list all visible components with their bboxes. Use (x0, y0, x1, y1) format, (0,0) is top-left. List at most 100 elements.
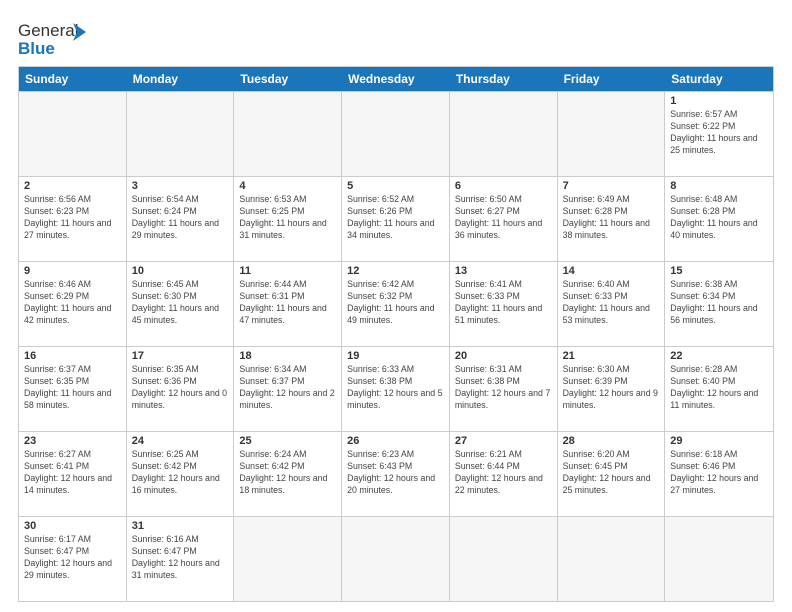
header-day-tuesday: Tuesday (234, 67, 342, 91)
day-info: Sunrise: 6:20 AM Sunset: 6:45 PM Dayligh… (563, 449, 660, 497)
day-number: 25 (239, 435, 336, 447)
day-cell-22: 22 Sunrise: 6:28 AM Sunset: 6:40 PM Dayli… (665, 347, 773, 431)
day-info: Sunrise: 6:41 AM Sunset: 6:33 PM Dayligh… (455, 279, 552, 327)
day-cell-29: 29 Sunrise: 6:18 AM Sunset: 6:46 PM Dayli… (665, 432, 773, 516)
day-number: 20 (455, 350, 552, 362)
day-cell-21: 21 Sunrise: 6:30 AM Sunset: 6:39 PM Dayli… (558, 347, 666, 431)
day-number: 7 (563, 180, 660, 192)
day-number: 26 (347, 435, 444, 447)
day-number: 21 (563, 350, 660, 362)
day-number: 1 (670, 95, 768, 107)
day-info: Sunrise: 6:46 AM Sunset: 6:29 PM Dayligh… (24, 279, 121, 327)
empty-cell (558, 517, 666, 601)
day-info: Sunrise: 6:44 AM Sunset: 6:31 PM Dayligh… (239, 279, 336, 327)
day-info: Sunrise: 6:37 AM Sunset: 6:35 PM Dayligh… (24, 364, 121, 412)
day-cell-18: 18 Sunrise: 6:34 AM Sunset: 6:37 PM Dayli… (234, 347, 342, 431)
day-number: 5 (347, 180, 444, 192)
day-number: 19 (347, 350, 444, 362)
day-number: 10 (132, 265, 229, 277)
calendar-body: 1Sunrise: 6:57 AM Sunset: 6:22 PM Daylig… (19, 91, 773, 601)
header-day-sunday: Sunday (19, 67, 127, 91)
day-info: Sunrise: 6:50 AM Sunset: 6:27 PM Dayligh… (455, 194, 552, 242)
day-info: Sunrise: 6:23 AM Sunset: 6:43 PM Dayligh… (347, 449, 444, 497)
calendar-row-1: 1Sunrise: 6:57 AM Sunset: 6:22 PM Daylig… (19, 91, 773, 176)
day-number: 22 (670, 350, 768, 362)
day-info: Sunrise: 6:24 AM Sunset: 6:42 PM Dayligh… (239, 449, 336, 497)
header-day-saturday: Saturday (665, 67, 773, 91)
day-info: Sunrise: 6:49 AM Sunset: 6:28 PM Dayligh… (563, 194, 660, 242)
day-number: 31 (132, 520, 229, 532)
day-number: 6 (455, 180, 552, 192)
day-number: 8 (670, 180, 768, 192)
day-cell-28: 28 Sunrise: 6:20 AM Sunset: 6:45 PM Dayli… (558, 432, 666, 516)
day-info: Sunrise: 6:56 AM Sunset: 6:23 PM Dayligh… (24, 194, 121, 242)
day-info: Sunrise: 6:35 AM Sunset: 6:36 PM Dayligh… (132, 364, 229, 412)
day-number: 3 (132, 180, 229, 192)
day-info: Sunrise: 6:42 AM Sunset: 6:32 PM Dayligh… (347, 279, 444, 327)
day-number: 23 (24, 435, 121, 447)
day-cell-11: 11Sunrise: 6:44 AM Sunset: 6:31 PM Dayli… (234, 262, 342, 346)
day-cell-26: 26 Sunrise: 6:23 AM Sunset: 6:43 PM Dayli… (342, 432, 450, 516)
day-cell-12: 12Sunrise: 6:42 AM Sunset: 6:32 PM Dayli… (342, 262, 450, 346)
day-info: Sunrise: 6:52 AM Sunset: 6:26 PM Dayligh… (347, 194, 444, 242)
calendar-row-6: 30 Sunrise: 6:17 AM Sunset: 6:47 PM Dayli… (19, 516, 773, 601)
empty-cell (342, 517, 450, 601)
day-info: Sunrise: 6:53 AM Sunset: 6:25 PM Dayligh… (239, 194, 336, 242)
day-info: Sunrise: 6:30 AM Sunset: 6:39 PM Dayligh… (563, 364, 660, 412)
day-cell-1: 1Sunrise: 6:57 AM Sunset: 6:22 PM Daylig… (665, 92, 773, 176)
empty-cell (234, 517, 342, 601)
day-cell-10: 10Sunrise: 6:45 AM Sunset: 6:30 PM Dayli… (127, 262, 235, 346)
calendar-header: SundayMondayTuesdayWednesdayThursdayFrid… (19, 67, 773, 91)
day-cell-8: 8Sunrise: 6:48 AM Sunset: 6:28 PM Daylig… (665, 177, 773, 261)
day-cell-3: 3 Sunrise: 6:54 AM Sunset: 6:24 PM Daylig… (127, 177, 235, 261)
day-number: 30 (24, 520, 121, 532)
day-cell-27: 27Sunrise: 6:21 AM Sunset: 6:44 PM Dayli… (450, 432, 558, 516)
day-number: 17 (132, 350, 229, 362)
day-info: Sunrise: 6:21 AM Sunset: 6:44 PM Dayligh… (455, 449, 552, 497)
day-number: 2 (24, 180, 121, 192)
day-cell-9: 9 Sunrise: 6:46 AM Sunset: 6:29 PM Daylig… (19, 262, 127, 346)
empty-cell (234, 92, 342, 176)
day-number: 4 (239, 180, 336, 192)
day-info: Sunrise: 6:16 AM Sunset: 6:47 PM Dayligh… (132, 534, 229, 582)
header-day-wednesday: Wednesday (342, 67, 450, 91)
calendar-row-2: 2 Sunrise: 6:56 AM Sunset: 6:23 PM Daylig… (19, 176, 773, 261)
day-cell-24: 24Sunrise: 6:25 AM Sunset: 6:42 PM Dayli… (127, 432, 235, 516)
header-day-monday: Monday (127, 67, 235, 91)
day-number: 18 (239, 350, 336, 362)
day-number: 29 (670, 435, 768, 447)
svg-text:Blue: Blue (18, 39, 55, 58)
day-cell-17: 17 Sunrise: 6:35 AM Sunset: 6:36 PM Dayli… (127, 347, 235, 431)
day-number: 9 (24, 265, 121, 277)
day-info: Sunrise: 6:18 AM Sunset: 6:46 PM Dayligh… (670, 449, 768, 497)
page-header: GeneralBlue (18, 18, 774, 58)
empty-cell (450, 92, 558, 176)
day-cell-30: 30 Sunrise: 6:17 AM Sunset: 6:47 PM Dayli… (19, 517, 127, 601)
day-cell-15: 15Sunrise: 6:38 AM Sunset: 6:34 PM Dayli… (665, 262, 773, 346)
day-info: Sunrise: 6:31 AM Sunset: 6:38 PM Dayligh… (455, 364, 552, 412)
empty-cell (558, 92, 666, 176)
day-cell-6: 6 Sunrise: 6:50 AM Sunset: 6:27 PM Daylig… (450, 177, 558, 261)
day-cell-20: 20 Sunrise: 6:31 AM Sunset: 6:38 PM Dayli… (450, 347, 558, 431)
calendar-row-3: 9 Sunrise: 6:46 AM Sunset: 6:29 PM Daylig… (19, 261, 773, 346)
day-cell-5: 5 Sunrise: 6:52 AM Sunset: 6:26 PM Daylig… (342, 177, 450, 261)
day-info: Sunrise: 6:38 AM Sunset: 6:34 PM Dayligh… (670, 279, 768, 327)
day-info: Sunrise: 6:17 AM Sunset: 6:47 PM Dayligh… (24, 534, 121, 582)
day-info: Sunrise: 6:27 AM Sunset: 6:41 PM Dayligh… (24, 449, 121, 497)
calendar: SundayMondayTuesdayWednesdayThursdayFrid… (18, 66, 774, 602)
empty-cell (450, 517, 558, 601)
header-day-thursday: Thursday (450, 67, 558, 91)
day-info: Sunrise: 6:28 AM Sunset: 6:40 PM Dayligh… (670, 364, 768, 412)
day-cell-13: 13Sunrise: 6:41 AM Sunset: 6:33 PM Dayli… (450, 262, 558, 346)
day-info: Sunrise: 6:34 AM Sunset: 6:37 PM Dayligh… (239, 364, 336, 412)
empty-cell (665, 517, 773, 601)
day-info: Sunrise: 6:40 AM Sunset: 6:33 PM Dayligh… (563, 279, 660, 327)
empty-cell (127, 92, 235, 176)
day-number: 28 (563, 435, 660, 447)
day-number: 24 (132, 435, 229, 447)
day-info: Sunrise: 6:54 AM Sunset: 6:24 PM Dayligh… (132, 194, 229, 242)
day-cell-31: 31 Sunrise: 6:16 AM Sunset: 6:47 PM Dayli… (127, 517, 235, 601)
logo: GeneralBlue (18, 18, 88, 58)
day-cell-23: 23 Sunrise: 6:27 AM Sunset: 6:41 PM Dayli… (19, 432, 127, 516)
day-cell-19: 19Sunrise: 6:33 AM Sunset: 6:38 PM Dayli… (342, 347, 450, 431)
